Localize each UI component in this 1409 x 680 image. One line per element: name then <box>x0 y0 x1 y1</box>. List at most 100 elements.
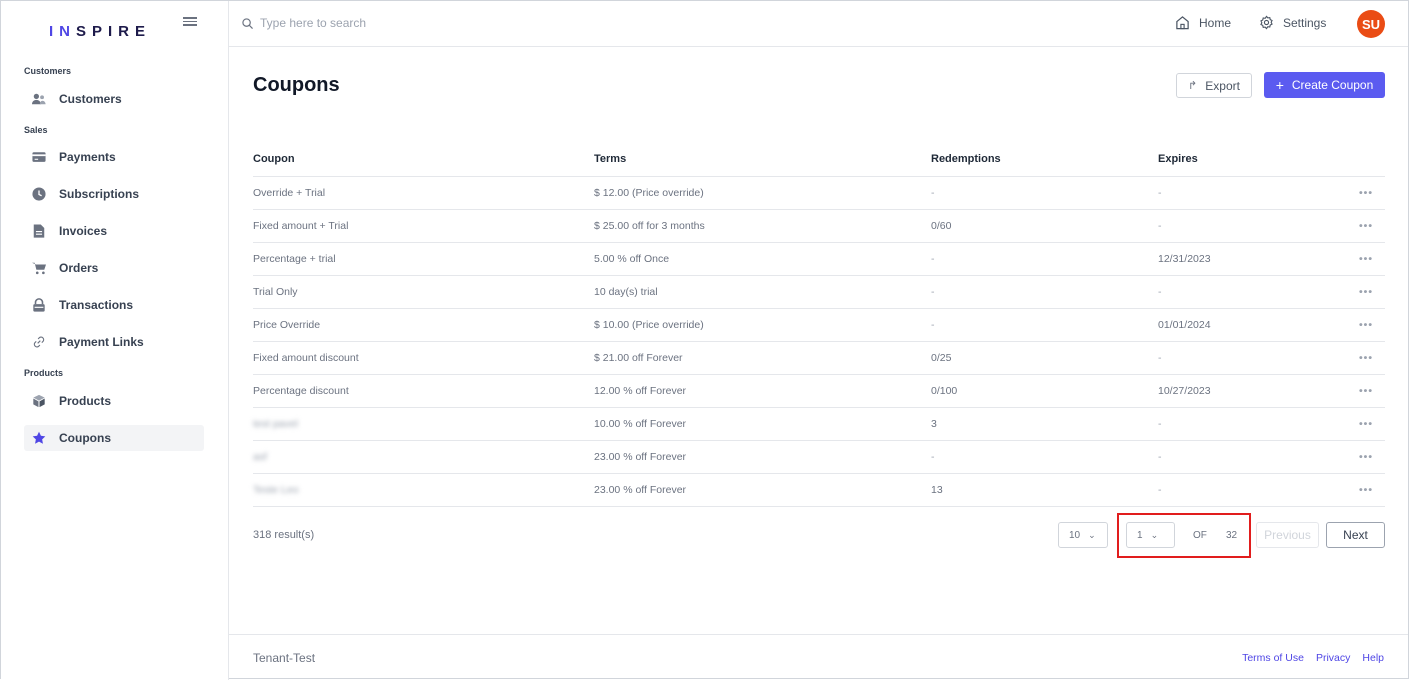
table-row[interactable]: Trial Only 10 day(s) trial - - ••• <box>253 275 1385 309</box>
cell-terms: $ 21.00 off Forever <box>594 341 931 375</box>
home-icon <box>1176 16 1189 30</box>
table-row[interactable]: Price Override $ 10.00 (Price override) … <box>253 308 1385 342</box>
table-row[interactable]: asf 23.00 % off Forever - - ••• <box>253 440 1385 474</box>
sidebar-item-payments[interactable]: Payments <box>24 144 204 170</box>
row-actions-icon[interactable]: ••• <box>1338 341 1385 375</box>
sidebar-item-label: Orders <box>59 261 99 275</box>
sidebar-item-orders[interactable]: Orders <box>24 255 204 281</box>
home-link[interactable]: Home <box>1175 15 1231 30</box>
link-icon <box>32 335 46 349</box>
cell-expires: 12/31/2023 <box>1158 242 1338 276</box>
page-size-value: 10 <box>1069 529 1081 541</box>
export-button[interactable]: ↱ Export <box>1176 73 1252 98</box>
table-row[interactable]: Percentage + trial 5.00 % off Once - 12/… <box>253 242 1385 276</box>
sidebar-item-products[interactable]: Products <box>24 388 204 414</box>
logo-suffix: SPIRE <box>76 23 152 40</box>
box-icon <box>32 394 46 408</box>
table-row[interactable]: test pavel 10.00 % off Forever 3 - ••• <box>253 407 1385 441</box>
cell-terms: 12.00 % off Forever <box>594 374 931 408</box>
highlight-box <box>1117 513 1251 558</box>
sidebar-item-transactions[interactable]: Transactions <box>24 292 204 318</box>
cell-redemptions: 0/100 <box>931 374 1158 408</box>
row-actions-icon[interactable]: ••• <box>1338 242 1385 276</box>
gear-icon <box>1260 15 1273 30</box>
cell-expires: - <box>1158 341 1338 375</box>
row-actions-icon[interactable]: ••• <box>1338 473 1385 507</box>
row-actions-icon[interactable]: ••• <box>1338 275 1385 309</box>
terms-link[interactable]: Terms of Use <box>1242 652 1304 664</box>
users-icon <box>32 92 46 106</box>
footer-links: Terms of Use Privacy Help <box>1242 652 1384 664</box>
page-title: Coupons <box>253 74 340 96</box>
card-icon <box>32 150 46 164</box>
sidebar-item-label: Transactions <box>59 298 134 312</box>
document-icon <box>32 224 46 238</box>
cell-coupon: test pavel <box>253 407 594 441</box>
cell-redemptions: - <box>931 275 1158 309</box>
table-row[interactable]: Fixed amount discount $ 21.00 off Foreve… <box>253 341 1385 375</box>
cell-redemptions: - <box>931 440 1158 474</box>
sidebar: INSPIRE Customers Customers Sales Paymen… <box>1 1 229 680</box>
search-input[interactable] <box>260 16 560 30</box>
cart-icon <box>32 261 46 275</box>
row-actions-icon[interactable]: ••• <box>1338 308 1385 342</box>
table-row[interactable]: Percentage discount 12.00 % off Forever … <box>253 374 1385 408</box>
table-row[interactable]: Teste Leo 23.00 % off Forever 13 - ••• <box>253 473 1385 507</box>
cell-expires: - <box>1158 209 1338 243</box>
sidebar-item-subscriptions[interactable]: Subscriptions <box>24 181 204 207</box>
brand-logo[interactable]: INSPIRE <box>49 23 151 40</box>
cell-expires: - <box>1158 275 1338 309</box>
row-actions-icon[interactable]: ••• <box>1338 209 1385 243</box>
lock-icon <box>32 298 46 312</box>
cell-expires: 10/27/2023 <box>1158 374 1338 408</box>
cell-terms: $ 25.00 off for 3 months <box>594 209 931 243</box>
sidebar-item-label: Customers <box>59 92 122 106</box>
row-actions-icon[interactable]: ••• <box>1338 407 1385 441</box>
page-size-select[interactable]: 10 ⌄ <box>1058 522 1108 548</box>
section-customers: Customers <box>24 66 72 76</box>
sidebar-item-payment-links[interactable]: Payment Links <box>24 329 204 355</box>
settings-link[interactable]: Settings <box>1259 15 1326 30</box>
cell-redemptions: 3 <box>931 407 1158 441</box>
column-header-coupon[interactable]: Coupon <box>253 143 594 177</box>
create-coupon-button[interactable]: + Create Coupon <box>1264 72 1385 98</box>
star-icon <box>32 431 46 445</box>
cell-expires: - <box>1158 176 1338 210</box>
app-window: INSPIRE Customers Customers Sales Paymen… <box>0 0 1409 680</box>
logo-prefix: IN <box>49 23 76 40</box>
column-header-terms[interactable]: Terms <box>594 143 931 177</box>
row-actions-icon[interactable]: ••• <box>1338 374 1385 408</box>
cell-coupon: Fixed amount discount <box>253 341 594 375</box>
row-actions-icon[interactable]: ••• <box>1338 440 1385 474</box>
settings-label: Settings <box>1283 15 1327 30</box>
tenant-name: Tenant-Test <box>253 651 316 665</box>
cell-coupon: Percentage discount <box>253 374 594 408</box>
next-button[interactable]: Next <box>1326 522 1385 548</box>
cell-expires: 01/01/2024 <box>1158 308 1338 342</box>
previous-button[interactable]: Previous <box>1256 522 1319 548</box>
cell-redemptions: 0/60 <box>931 209 1158 243</box>
sidebar-item-invoices[interactable]: Invoices <box>24 218 204 244</box>
sidebar-item-label: Payments <box>59 150 116 164</box>
avatar[interactable]: SU <box>1357 10 1385 38</box>
help-link[interactable]: Help <box>1362 652 1384 664</box>
sidebar-item-coupons[interactable]: Coupons <box>24 425 204 451</box>
sidebar-item-label: Subscriptions <box>59 187 140 201</box>
cell-coupon: Percentage + trial <box>253 242 594 276</box>
cell-terms: 10.00 % off Forever <box>594 407 931 441</box>
column-header-redemptions[interactable]: Redemptions <box>931 143 1158 177</box>
sidebar-item-customers[interactable]: Customers <box>24 86 204 112</box>
cell-redemptions: - <box>931 308 1158 342</box>
cell-redemptions: 13 <box>931 473 1158 507</box>
privacy-link[interactable]: Privacy <box>1316 652 1350 664</box>
table-row[interactable]: Override + Trial $ 12.00 (Price override… <box>253 176 1385 210</box>
cell-terms: $ 12.00 (Price override) <box>594 176 931 210</box>
row-actions-icon[interactable]: ••• <box>1338 176 1385 210</box>
menu-toggle-icon[interactable] <box>183 15 197 29</box>
table-row[interactable]: Fixed amount + Trial $ 25.00 off for 3 m… <box>253 209 1385 243</box>
column-header-expires[interactable]: Expires <box>1158 143 1338 177</box>
results-count: 318 result(s) <box>253 529 315 541</box>
cell-redemptions: - <box>931 242 1158 276</box>
cell-coupon: Price Override <box>253 308 594 342</box>
clock-icon <box>32 187 46 201</box>
